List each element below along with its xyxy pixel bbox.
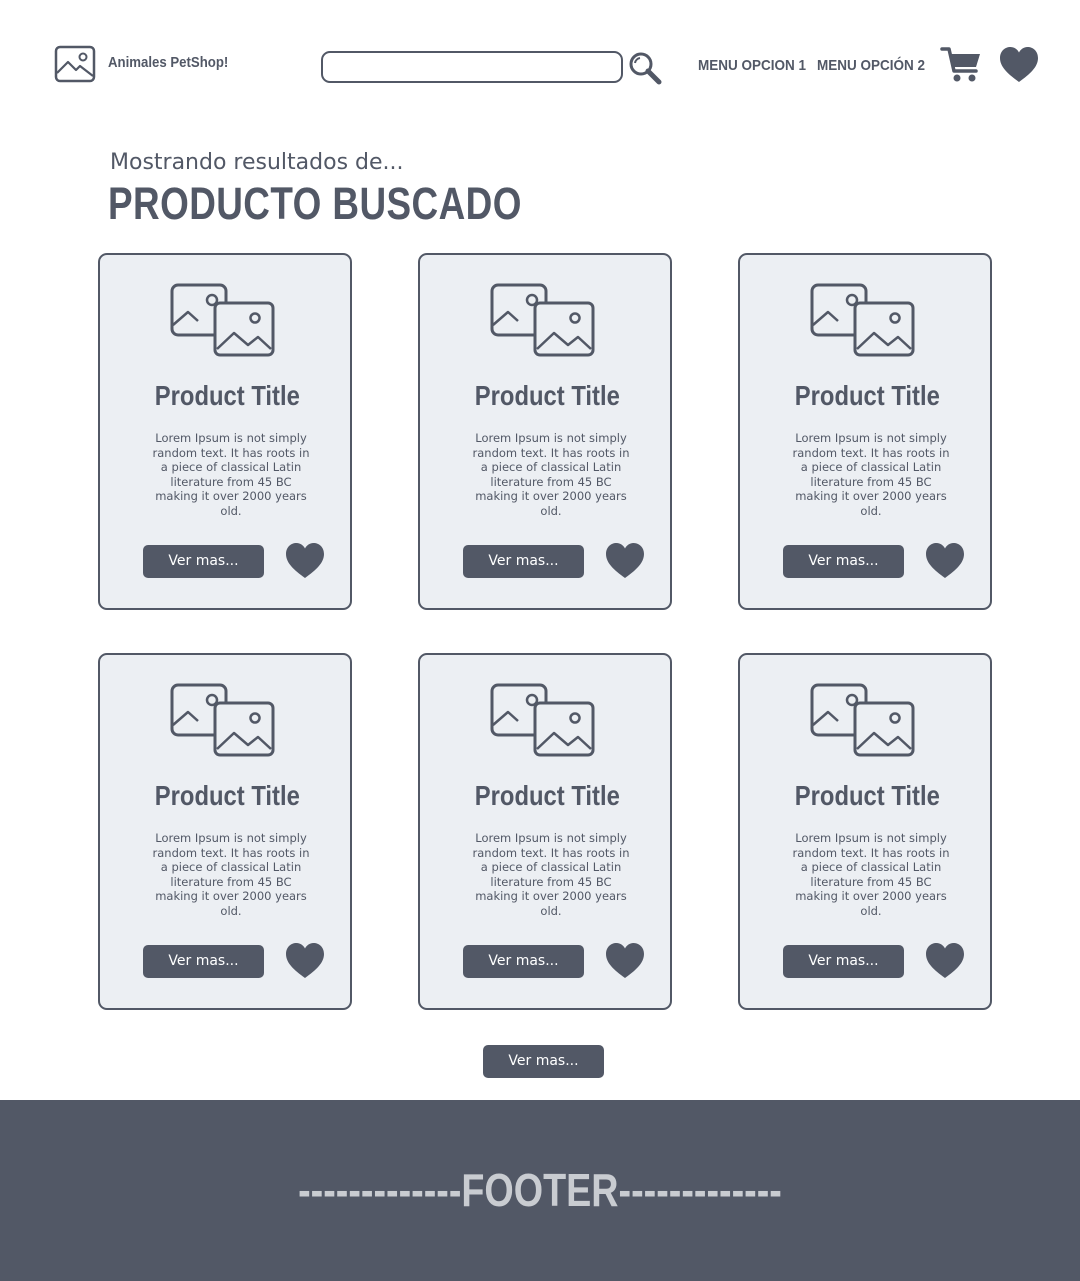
product-description: Lorem Ipsum is not simply random text. I… — [152, 431, 310, 518]
page-title: PRODUCTO BUSCADO — [108, 178, 522, 229]
search-input[interactable] — [321, 51, 623, 83]
product-title-text: Product Title — [794, 380, 940, 411]
footer-text: -------------FOOTER------------- — [0, 1163, 1080, 1217]
product-title-text: Product Title — [154, 780, 300, 811]
product-description: Lorem Ipsum is not simply random text. I… — [472, 831, 630, 918]
product-image-icon[interactable] — [170, 283, 276, 357]
product-title-text: Product Title — [474, 780, 620, 811]
results-subtitle: Mostrando resultados de... — [110, 150, 404, 175]
menu-option-2[interactable]: MENU OPCIÓN 2 — [817, 57, 925, 74]
product-title: Product Title — [420, 380, 674, 412]
product-title: Product Title — [740, 380, 994, 412]
heart-icon[interactable] — [604, 542, 646, 580]
product-card: Product Title Lorem Ipsum is not simply r… — [98, 253, 352, 610]
product-card: Product Title Lorem Ipsum is not simply r… — [98, 653, 352, 1010]
heart-icon[interactable] — [284, 942, 326, 980]
heart-icon[interactable] — [604, 942, 646, 980]
product-title: Product Title — [420, 780, 674, 812]
heart-icon[interactable] — [924, 542, 966, 580]
load-more-button[interactable]: Ver mas... — [483, 1045, 604, 1078]
search-icon[interactable] — [628, 51, 662, 85]
product-card: Product Title Lorem Ipsum is not simply r… — [418, 253, 672, 610]
product-title: Product Title — [100, 380, 354, 412]
brand-name[interactable]: Animales PetShop! — [108, 54, 228, 71]
ver-mas-button[interactable]: Ver mas... — [463, 945, 584, 978]
product-title: Product Title — [100, 780, 354, 812]
footer-label: -------------FOOTER------------- — [298, 1164, 782, 1216]
ver-mas-button[interactable]: Ver mas... — [783, 945, 904, 978]
product-card: Product Title Lorem Ipsum is not simply r… — [738, 253, 992, 610]
footer: -------------FOOTER------------- — [0, 1100, 1080, 1281]
product-description: Lorem Ipsum is not simply random text. I… — [472, 431, 630, 518]
product-image-icon[interactable] — [810, 283, 916, 357]
product-description: Lorem Ipsum is not simply random text. I… — [792, 831, 950, 918]
product-description: Lorem Ipsum is not simply random text. I… — [792, 431, 950, 518]
logo-image-icon[interactable] — [54, 45, 96, 83]
product-image-icon[interactable] — [170, 683, 276, 757]
product-title-text: Product Title — [474, 380, 620, 411]
ver-mas-button[interactable]: Ver mas... — [143, 545, 264, 578]
favorites-heart-icon[interactable] — [998, 46, 1040, 84]
ver-mas-button[interactable]: Ver mas... — [463, 545, 584, 578]
product-image-icon[interactable] — [490, 683, 596, 757]
cart-icon[interactable] — [940, 45, 982, 83]
product-title: Product Title — [740, 780, 994, 812]
product-title-text: Product Title — [154, 380, 300, 411]
heart-icon[interactable] — [284, 542, 326, 580]
ver-mas-button[interactable]: Ver mas... — [143, 945, 264, 978]
product-image-icon[interactable] — [490, 283, 596, 357]
product-card: Product Title Lorem Ipsum is not simply r… — [738, 653, 992, 1010]
product-title-text: Product Title — [794, 780, 940, 811]
product-card: Product Title Lorem Ipsum is not simply r… — [418, 653, 672, 1010]
heart-icon[interactable] — [924, 942, 966, 980]
menu-option-1[interactable]: MENU OPCION 1 — [698, 57, 806, 74]
header: Animales PetShop! MENU OPCION 1 MENU OPC… — [0, 0, 1080, 130]
product-description: Lorem Ipsum is not simply random text. I… — [152, 831, 310, 918]
ver-mas-button[interactable]: Ver mas... — [783, 545, 904, 578]
product-image-icon[interactable] — [810, 683, 916, 757]
